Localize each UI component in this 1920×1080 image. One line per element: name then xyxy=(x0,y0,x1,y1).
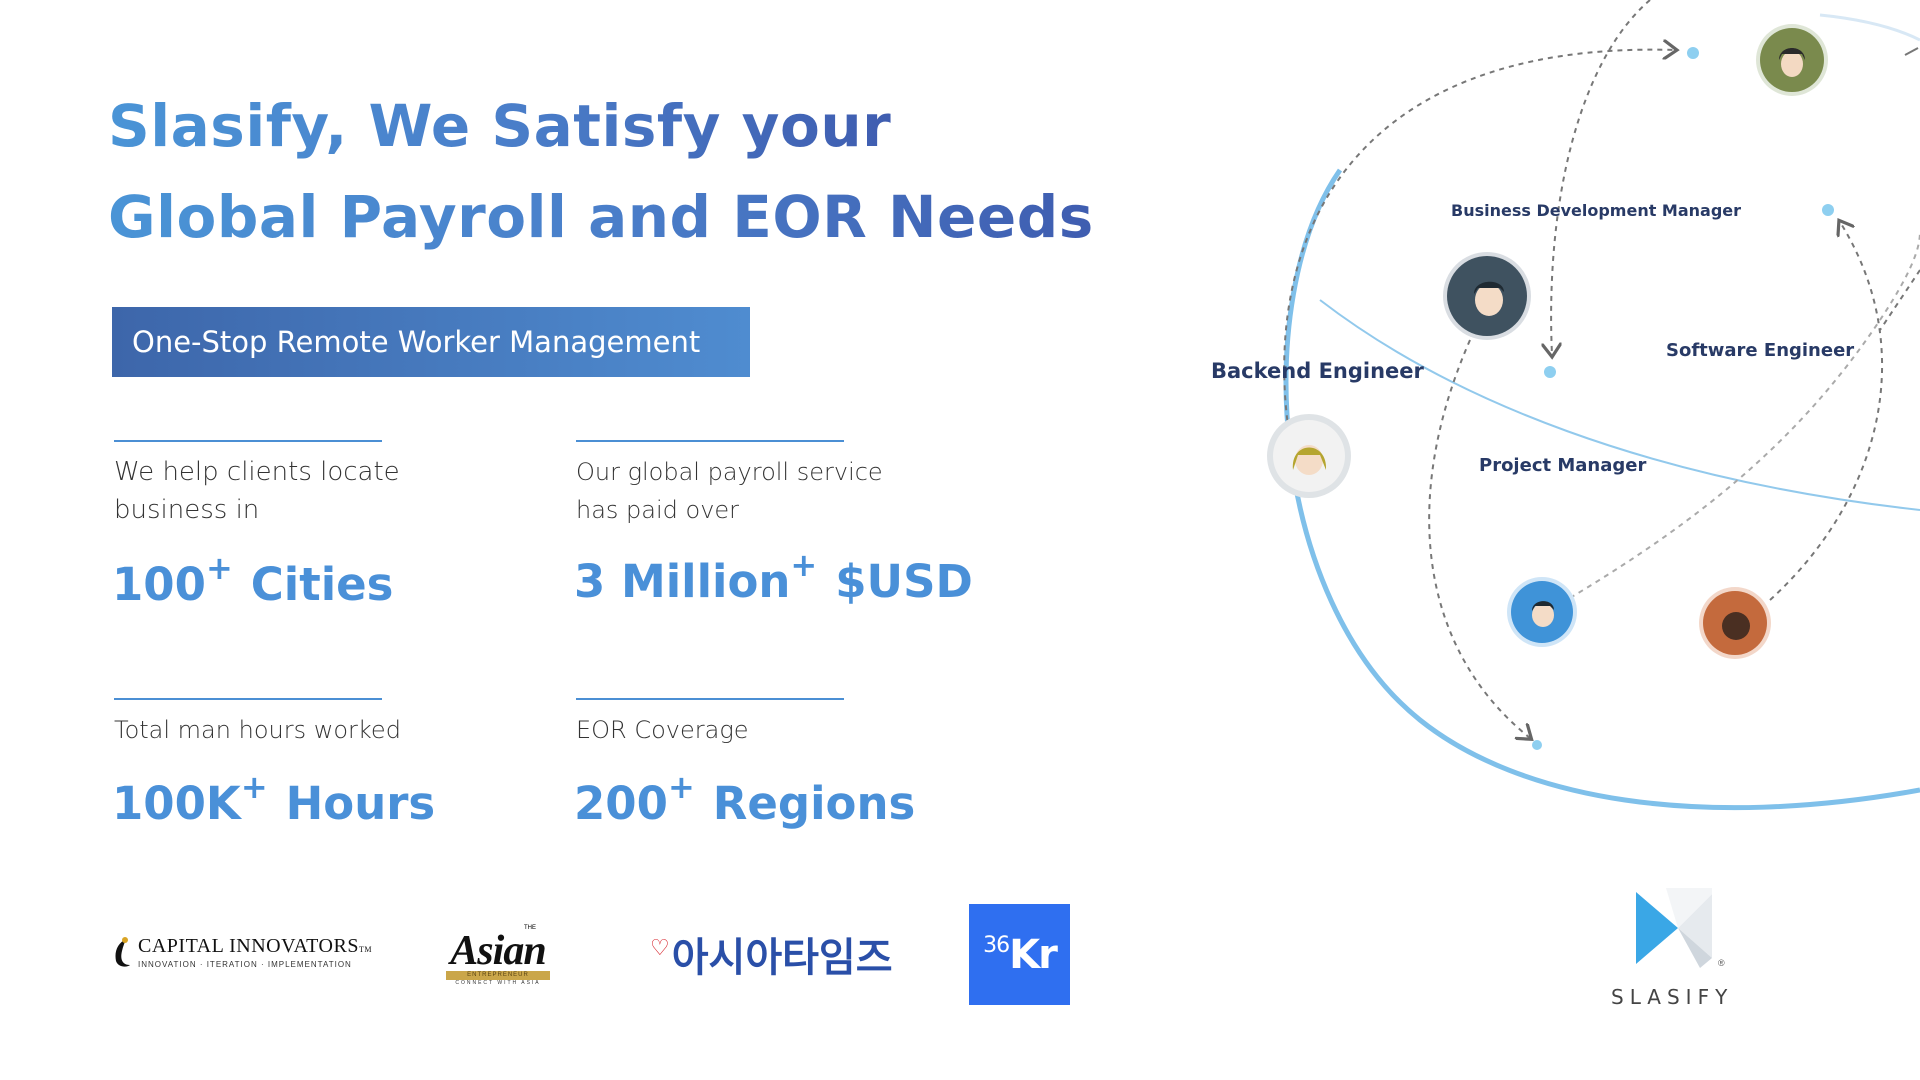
tagline-banner: One-Stop Remote Worker Management xyxy=(112,307,750,377)
headline-line-2: Global Payroll and EOR Needs xyxy=(108,183,1094,251)
asian-tagline: CONNECT WITH ASIA xyxy=(455,980,541,986)
stat-hours-unit: Hours xyxy=(285,777,436,830)
stat-payroll-description: Our global payroll service has paid over xyxy=(576,453,883,529)
globe-top-arc xyxy=(1819,13,1920,42)
slasify-wordmark: SLASIFY xyxy=(1611,985,1734,1009)
stat-cities-description: We help clients locate business in xyxy=(114,453,400,529)
connection-arc xyxy=(1879,269,1920,331)
stat-cities-desc-line1: We help clients locate xyxy=(114,457,400,487)
avatar-project-manager xyxy=(1507,577,1577,647)
stat-payroll-desc-line2: has paid over xyxy=(576,496,740,524)
asia-times-korea-text: 아시아타임즈 xyxy=(671,935,893,981)
network-node-dot xyxy=(1532,740,1542,750)
stat-divider xyxy=(114,698,382,700)
role-label-software-engineer: Software Engineer xyxy=(1666,340,1855,361)
globe-outline xyxy=(1283,168,1920,811)
stat-cities-value: 100+ Cities xyxy=(112,552,394,611)
capital-innovators-tm: TM xyxy=(358,944,372,954)
stat-eor-plus: + xyxy=(667,768,695,806)
stat-hours-number: 100K xyxy=(112,777,241,830)
stat-cities-unit: Cities xyxy=(250,558,394,611)
stat-hours-plus: + xyxy=(240,768,268,806)
slasify-registered-mark: ® xyxy=(1718,958,1725,968)
stat-payroll-value: 3 Million+ $USD xyxy=(574,549,973,608)
heart-icon: ♡ xyxy=(650,936,670,961)
connection-arc xyxy=(1551,0,1651,355)
stat-divider xyxy=(576,698,844,700)
capital-innovators-tagline: INNOVATION · ITERATION · IMPLEMENTATION xyxy=(138,959,352,969)
network-node-dot xyxy=(1544,366,1556,378)
stat-eor-unit: Regions xyxy=(712,777,916,830)
stat-eor-desc-line1: EOR Coverage xyxy=(576,716,749,744)
network-node-dot xyxy=(1822,204,1834,216)
stat-eor-description: EOR Coverage xyxy=(576,711,749,749)
stat-payroll-desc-line1: Our global payroll service xyxy=(576,458,883,486)
globe-latitude-line xyxy=(1319,299,1920,511)
connection-arc xyxy=(1769,222,1884,601)
logo-36kr: 36 Kr xyxy=(969,904,1070,1005)
asian-name: Asian xyxy=(450,928,546,974)
logo-capital-innovators: CAPITAL INNOVATORSTM INNOVATION · ITERAT… xyxy=(110,935,372,969)
role-label-business-development-manager: Business Development Manager xyxy=(1451,201,1742,220)
stat-cities-number: 100 xyxy=(112,558,206,611)
logo-asia-times-korea: ♡아시아타임즈 xyxy=(650,925,893,983)
capital-innovators-name: CAPITAL INNOVATORS xyxy=(138,934,359,957)
avatar-software-engineer xyxy=(1699,587,1771,659)
stat-hours-desc-line1: Total man hours worked xyxy=(114,716,401,744)
headline-line-1: Slasify, We Satisfy your xyxy=(108,92,892,160)
stat-eor-value: 200+ Regions xyxy=(574,771,916,830)
stat-hours-description: Total man hours worked xyxy=(114,711,401,749)
stat-payroll-number: 3 Million xyxy=(574,555,791,608)
stat-divider xyxy=(576,440,844,442)
stat-cities-plus: + xyxy=(205,549,233,587)
connection-arc xyxy=(1428,339,1530,738)
logo-asian-entrepreneur: THE Asian ENTREPRENEUR CONNECT WITH ASIA xyxy=(446,925,550,986)
stat-hours-value: 100K+ Hours xyxy=(112,771,436,830)
stat-payroll-unit: $USD xyxy=(835,555,973,608)
network-node-dot xyxy=(1687,47,1699,59)
global-network-illustration xyxy=(1267,0,1920,811)
stat-payroll-plus: + xyxy=(790,546,818,584)
connection-arc xyxy=(1904,47,1919,56)
role-label-project-manager: Project Manager xyxy=(1479,455,1647,476)
stat-eor-number: 200 xyxy=(574,777,668,830)
tagline-banner-label: One-Stop Remote Worker Management xyxy=(132,325,701,359)
logo-36kr-text: Kr xyxy=(1009,931,1058,978)
capital-innovators-mark-icon xyxy=(115,937,130,967)
avatar-backend-engineer xyxy=(1267,414,1351,498)
stat-cities-desc-line2: business in xyxy=(114,495,260,525)
stat-divider xyxy=(114,440,382,442)
connection-arc xyxy=(1569,229,1920,599)
logo-36kr-number: 36 xyxy=(983,933,1010,958)
slasify-logo-icon xyxy=(1636,888,1712,968)
role-label-backend-engineer: Backend Engineer xyxy=(1211,359,1424,383)
avatar-business-development-manager xyxy=(1443,252,1531,340)
avatar-top xyxy=(1756,24,1828,96)
